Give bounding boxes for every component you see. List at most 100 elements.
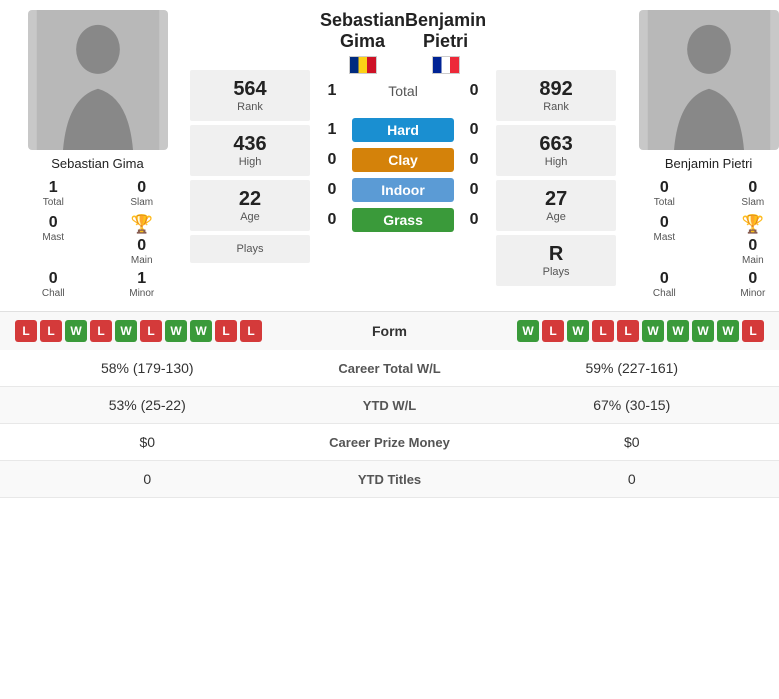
player2-main-val: 0 [748,237,757,255]
hard-p2: 0 [462,121,486,139]
form-badge-w: W [517,320,539,342]
clay-p2: 0 [462,151,486,169]
player1-total-label: Total [43,197,64,208]
player1-total-val: 1 [49,179,58,197]
hard-row: 1 Hard 0 [320,118,486,142]
form-badge-w: W [717,320,739,342]
player1-minor-label: Minor [129,288,154,299]
form-badge-w: W [115,320,137,342]
form-badge-l: L [592,320,614,342]
form-badge-w: W [642,320,664,342]
player2-plays-val: R [500,243,612,266]
player2-center-stats: 892 Rank 663 High 27 Age R Plays [496,10,616,301]
player1-avatar [28,10,168,150]
player2-age-val: 27 [500,188,612,211]
player2-mast-val: 0 [660,214,669,232]
player2-total-val: 0 [660,179,669,197]
total-p2-score: 0 [462,82,486,100]
player1-minor-val: 1 [137,270,146,288]
player1-stats: 1 Total 0 Slam 0 Mast 🏆 0 Main 0 [10,177,185,301]
form-badge-l: L [15,320,37,342]
career-wl-p2: 59% (227-161) [500,360,765,376]
player1-mast-val: 0 [49,214,58,232]
hard-badge: Hard [352,118,454,142]
form-section: LLWLWLWWLL Form WLWLLWWWWL [0,311,779,350]
player2-rank-val: 892 [500,78,612,101]
prize-p2: $0 [500,434,765,450]
form-badge-w: W [65,320,87,342]
career-wl-row: 58% (179-130) Career Total W/L 59% (227-… [0,350,779,387]
indoor-p2: 0 [462,181,486,199]
player2-minor-val: 0 [748,270,757,288]
player2-plays-block: R Plays [496,235,616,286]
player2-total-box: 0 Total [621,177,708,210]
player2-stats: 0 Total 0 Slam 0 Mast 🏆 0 Main 0 [621,177,779,301]
player2-chall-val: 0 [660,270,669,288]
player1-minor-box: 1 Minor [99,268,186,301]
total-p1-score: 1 [320,82,344,100]
player1-rank-block: 564 Rank [190,70,310,121]
player1-chall-label: Chall [42,288,65,299]
player1-mast-box: 0 Mast [10,212,97,266]
player2-rank-block: 892 Rank [496,70,616,121]
player2-flag-row [405,56,486,74]
player2-slam-val: 0 [748,179,757,197]
grass-badge: Grass [352,208,454,232]
player1-chall-val: 0 [49,270,58,288]
player1-age-label: Age [194,211,306,223]
form-badge-l: L [140,320,162,342]
ytd-wl-p1: 53% (25-22) [15,397,280,413]
form-badge-w: W [190,320,212,342]
player2-main-label: Main [742,255,764,266]
main-container: Sebastian Gima 1 Total 0 Slam 0 Mast 🏆 0 [0,0,779,498]
player2-minor-box: 0 Minor [710,268,779,301]
grass-p2: 0 [462,211,486,229]
grass-p1: 0 [320,211,344,229]
player1-age-block: 22 Age [190,180,310,231]
player1-mast-label: Mast [42,232,64,243]
player2-card: Benjamin Pietri 0 Total 0 Slam 0 Mast 🏆 … [621,10,779,301]
surface-section: SebastianGima BenjaminPietri 1 Total 0 [315,10,491,301]
player2-chall-box: 0 Chall [621,268,708,301]
player1-plays-label: Plays [194,243,306,255]
player2-chall-label: Chall [653,288,676,299]
player1-rank-label: Rank [194,101,306,113]
player1-total-box: 1 Total [10,177,97,210]
grass-row: 0 Grass 0 [320,208,486,232]
player1-form: LLWLWLWWLL [15,320,262,342]
player2-rank-label: Rank [500,101,612,113]
form-badge-w: W [667,320,689,342]
indoor-badge: Indoor [352,178,454,202]
ytd-wl-p2: 67% (30-15) [500,397,765,413]
player2-total-label: Total [654,197,675,208]
career-wl-label: Career Total W/L [280,361,500,376]
player1-high-label: High [194,156,306,168]
player1-high-block: 436 High [190,125,310,176]
player1-slam-label: Slam [130,197,153,208]
player2-high-block: 663 High [496,125,616,176]
top-section: Sebastian Gima 1 Total 0 Slam 0 Mast 🏆 0 [0,0,779,311]
player2-name-top: BenjaminPietri [405,10,486,52]
player2-high-label: High [500,156,612,168]
titles-row: 0 YTD Titles 0 [0,461,779,498]
hard-p1: 1 [320,121,344,139]
indoor-p1: 0 [320,181,344,199]
player2-slam-label: Slam [741,197,764,208]
indoor-row: 0 Indoor 0 [320,178,486,202]
form-badge-l: L [542,320,564,342]
trophy-icon-right: 🏆 [742,214,764,235]
clay-p1: 0 [320,151,344,169]
player2-slam-box: 0 Slam [710,177,779,210]
player2-age-label: Age [500,211,612,223]
player1-card: Sebastian Gima 1 Total 0 Slam 0 Mast 🏆 0 [10,10,185,301]
form-badge-l: L [742,320,764,342]
player1-slam-val: 0 [137,179,146,197]
trophy-icon-left: 🏆 [131,214,153,235]
player2-form: WLWLLWWWWL [517,320,764,342]
total-label: Total [344,83,462,99]
clay-badge: Clay [352,148,454,172]
player1-center-stats: 564 Rank 436 High 22 Age Plays [190,10,310,301]
player1-main-val: 0 [137,237,146,255]
form-label: Form [262,323,517,339]
form-badge-w: W [692,320,714,342]
